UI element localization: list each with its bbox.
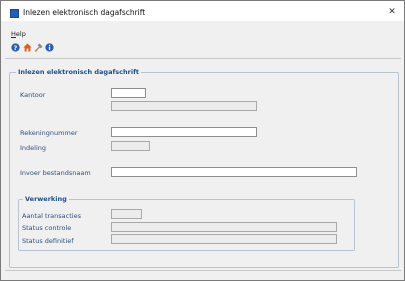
app-window: Inlezen elektronisch dagafschrift ✕ Help… (0, 0, 405, 281)
home-icon[interactable] (23, 43, 32, 52)
kantoor-label: Kantoor (20, 91, 46, 99)
main-groupbox: Inlezen elektronisch dagafschrift Kantoo… (9, 68, 399, 268)
aantal-transacties-label: Aantal transacties (22, 212, 81, 220)
kantoor-name-field (111, 101, 257, 111)
app-icon (10, 9, 19, 18)
title-bar: Inlezen elektronisch dagafschrift ✕ (1, 1, 404, 21)
menu-bar: Help (1, 28, 404, 39)
aantal-transacties-field (111, 209, 142, 219)
toolbar-separator (5, 58, 401, 59)
invoer-bestandsnaam-label: Invoer bestandsnaam (20, 169, 91, 177)
status-definitief-field (111, 234, 337, 244)
window-title: Inlezen elektronisch dagafschrift (23, 8, 146, 17)
help-icon[interactable]: ? (11, 43, 20, 52)
kantoor-input[interactable] (111, 88, 146, 98)
status-definitief-label: Status definitief (22, 237, 74, 245)
menu-item-help-rest: elp (15, 30, 26, 38)
indeling-field (111, 141, 150, 151)
status-bar-separator (5, 270, 401, 271)
status-controle-field (111, 222, 337, 232)
rekeningnummer-label: Rekeningnummer (20, 129, 78, 137)
rekeningnummer-input[interactable] (111, 127, 257, 137)
close-button[interactable]: ✕ (380, 3, 404, 21)
verwerking-group-legend: Verwerking (23, 195, 69, 203)
invoer-bestandsnaam-input[interactable] (111, 167, 357, 177)
info-icon[interactable] (45, 43, 54, 52)
menu-item-help[interactable]: Help (11, 30, 26, 38)
svg-text:?: ? (14, 45, 18, 52)
main-group-legend: Inlezen elektronisch dagafschrift (16, 68, 142, 76)
status-controle-label: Status controle (22, 224, 72, 232)
verwerking-groupbox: Verwerking Aantal transacties Status con… (18, 195, 355, 251)
indeling-label: Indeling (20, 144, 47, 152)
tools-icon[interactable] (34, 43, 43, 52)
